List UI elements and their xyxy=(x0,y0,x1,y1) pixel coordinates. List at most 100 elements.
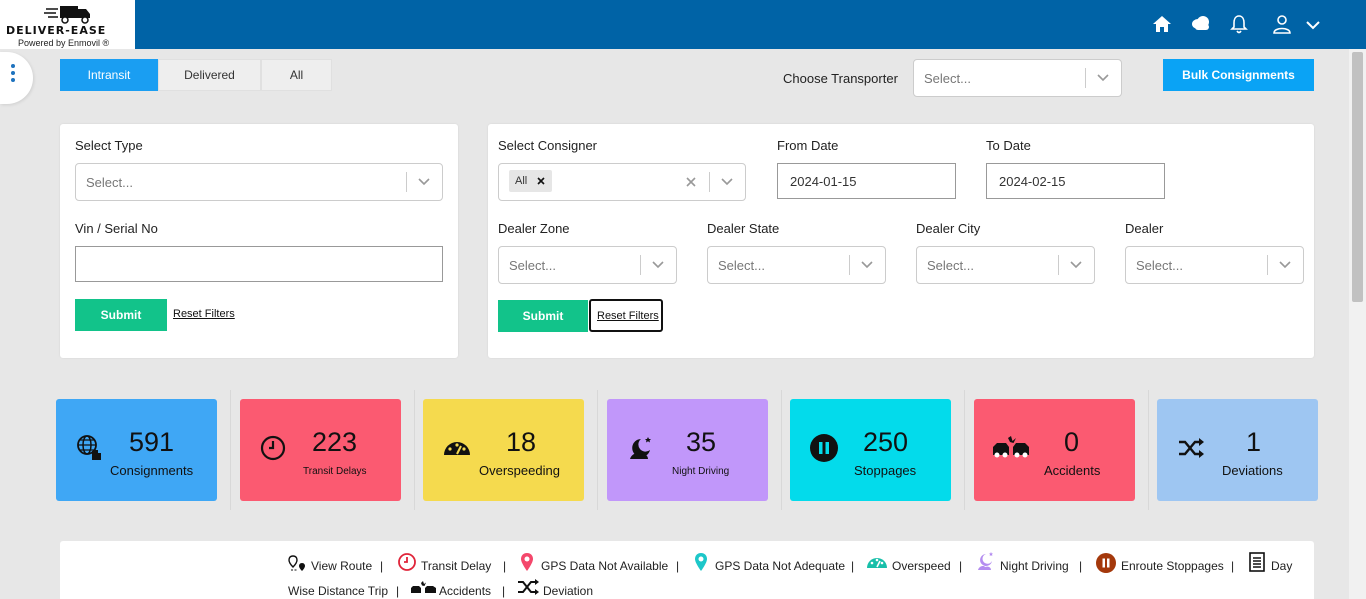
dealer-select[interactable]: Select... xyxy=(1125,246,1304,284)
tab-intransit[interactable]: Intransit xyxy=(60,59,158,91)
chevron-down-icon[interactable] xyxy=(1302,13,1324,35)
stat-label: Night Driving xyxy=(672,466,730,477)
select-type-label: Select Type xyxy=(75,138,143,153)
right-reset-filters-link[interactable]: Reset Filters xyxy=(589,299,663,332)
legend-separator: | xyxy=(1231,559,1235,573)
legend-gps-not-available: GPS Data Not Available xyxy=(541,559,669,573)
bell-icon[interactable] xyxy=(1228,13,1250,35)
stat-label: Stoppages xyxy=(854,463,917,478)
vin-input[interactable] xyxy=(75,246,443,282)
legend-enroute-stoppages: Enroute Stoppages xyxy=(1121,559,1224,573)
stat-deviations[interactable]: 1 Deviations xyxy=(1157,399,1318,501)
divider xyxy=(781,390,782,510)
legend-separator: | xyxy=(851,559,855,573)
legend-separator: | xyxy=(959,559,963,573)
select-separator xyxy=(406,172,407,192)
transporter-placeholder: Select... xyxy=(924,71,971,86)
pause-icon xyxy=(1096,553,1116,573)
left-submit-button[interactable]: Submit xyxy=(75,299,167,331)
stat-stoppages[interactable]: 250 Stoppages xyxy=(790,399,951,501)
transporter-select[interactable]: Select... xyxy=(913,59,1122,97)
select-consigner-label: Select Consigner xyxy=(498,138,597,153)
stat-value: 0 xyxy=(1064,427,1080,457)
select-separator xyxy=(1267,255,1268,275)
stat-consignments[interactable]: 591 Consignments xyxy=(56,399,217,501)
dots-vertical-icon xyxy=(11,64,15,85)
clear-icon[interactable] xyxy=(685,176,697,188)
stat-value: 1 xyxy=(1246,427,1262,457)
home-icon[interactable] xyxy=(1151,13,1173,35)
chevron-down-icon xyxy=(1279,261,1291,269)
legend-gps-not-adequate: GPS Data Not Adequate xyxy=(715,559,846,573)
stat-value: 18 xyxy=(506,427,537,457)
legend-view-route: View Route xyxy=(311,559,373,573)
stat-label: Consignments xyxy=(110,463,194,478)
speedometer-icon xyxy=(444,442,470,455)
right-submit-button[interactable]: Submit xyxy=(498,300,588,332)
bulk-consignments-button[interactable]: Bulk Consignments xyxy=(1163,59,1314,91)
dealer-city-select[interactable]: Select... xyxy=(916,246,1095,284)
dealer-zone-select[interactable]: Select... xyxy=(498,246,677,284)
chip-remove-icon[interactable] xyxy=(537,177,545,185)
chevron-down-icon xyxy=(721,178,733,186)
chevron-down-icon xyxy=(418,178,430,186)
stat-transit-delays[interactable]: 223 Transit Delays xyxy=(240,399,401,501)
legend-separator: | xyxy=(1079,559,1083,573)
dealer-state-select[interactable]: Select... xyxy=(707,246,886,284)
stat-value: 591 xyxy=(129,427,175,457)
chevron-down-icon xyxy=(1097,74,1109,82)
left-reset-filters-link[interactable]: Reset Filters xyxy=(173,308,235,320)
vin-label: Vin / Serial No xyxy=(75,221,158,236)
stat-night-driving[interactable]: 35 Night Driving xyxy=(607,399,768,501)
legend-transit-delay: Transit Delay xyxy=(421,559,492,573)
brand-logo[interactable]: DELIVER-EASE Powered by Enmovil ® xyxy=(0,0,135,49)
stat-value: 250 xyxy=(863,427,909,457)
map-pin-icon xyxy=(521,553,533,571)
to-date-input[interactable]: 2024-02-15 xyxy=(986,163,1165,199)
map-pin-icon xyxy=(695,553,707,571)
tab-all[interactable]: All xyxy=(261,59,332,91)
select-separator xyxy=(709,172,710,192)
stat-accidents[interactable]: 0 Accidents xyxy=(974,399,1135,501)
clock-icon xyxy=(398,553,416,571)
legend-separator: | xyxy=(380,559,384,573)
divider xyxy=(964,390,965,510)
chevron-down-icon xyxy=(652,261,664,269)
legend-separator: | xyxy=(676,559,680,573)
transporter-label: Choose Transporter xyxy=(783,71,898,86)
chip-label: All xyxy=(515,175,528,187)
stat-label: Deviations xyxy=(1222,463,1283,478)
moon-icon xyxy=(978,552,993,570)
stat-value: 223 xyxy=(312,427,358,457)
speedometer-icon xyxy=(867,558,887,568)
tab-delivered[interactable]: Delivered xyxy=(158,59,261,91)
stat-overspeeding[interactable]: 18 Overspeeding xyxy=(423,399,584,501)
truck-icon xyxy=(44,6,90,24)
divider xyxy=(1148,390,1149,510)
legend-day: Day xyxy=(1271,559,1293,573)
cloud-icon[interactable] xyxy=(1190,13,1212,35)
legend-accidents: Accidents xyxy=(439,584,492,598)
dealer-city-placeholder: Select... xyxy=(927,258,974,273)
dealer-state-placeholder: Select... xyxy=(718,258,765,273)
divider xyxy=(597,390,598,510)
car-crash-icon xyxy=(411,581,436,593)
sidebar-toggle[interactable] xyxy=(0,52,33,104)
user-icon[interactable] xyxy=(1271,13,1293,35)
stat-value: 35 xyxy=(686,427,717,457)
to-date-label: To Date xyxy=(986,138,1031,153)
shuffle-icon xyxy=(518,579,539,595)
chevron-down-icon xyxy=(861,261,873,269)
select-type-dropdown[interactable]: Select... xyxy=(75,163,443,201)
top-header: DELIVER-EASE Powered by Enmovil ® xyxy=(0,0,1366,49)
legend-overspeed: Overspeed xyxy=(892,559,951,573)
select-separator xyxy=(849,255,850,275)
globe-hand-icon xyxy=(77,435,101,460)
legend-night-driving: Night Driving xyxy=(1000,559,1069,573)
legend-separator: | xyxy=(502,584,506,598)
stat-label: Accidents xyxy=(1044,463,1101,478)
legend-separator: | xyxy=(396,584,400,598)
from-date-input[interactable]: 2024-01-15 xyxy=(777,163,956,199)
scrollbar-thumb[interactable] xyxy=(1352,52,1363,302)
chevron-down-icon xyxy=(1070,261,1082,269)
